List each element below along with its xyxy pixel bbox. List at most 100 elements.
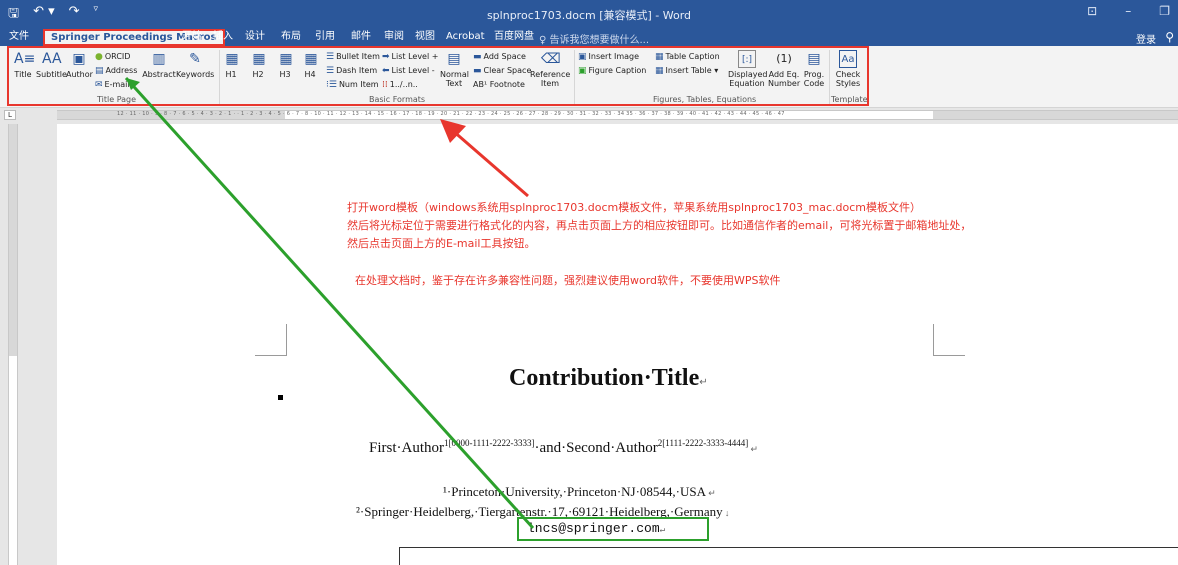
orcid-icon: ● [95,52,103,62]
tab-design[interactable]: 设计 [245,30,265,46]
displayed-equation-button[interactable]: [:] Displayed Equation [728,50,768,88]
image-icon: ▣ [578,52,587,62]
annotation-line-2: 然后将光标定位于需要进行格式化的内容，再点击页面上方的相应按钮即可。比如通信作者… [347,219,972,232]
abstract-frame[interactable] [399,547,1178,565]
paragraph-mark-icon: ↵ [706,488,716,498]
keywords-icon: ✎ [189,51,201,67]
title-style-icon: A≡ [14,51,36,67]
h4-button[interactable]: ▦ H4 [302,50,318,79]
author-button[interactable]: ▣ Author [66,50,93,79]
group-separator [829,50,830,104]
add-space-button[interactable]: ▬ Add Space [473,52,526,62]
word-window: 🖫 ↶ ▾ ↷ ▿ splnproc1703.docm [兼容模式] - Wor… [0,0,1178,565]
group-separator [574,50,575,104]
h1-icon: ▦ [225,51,239,67]
reference-item-button[interactable]: ⌫ Reference Item [530,50,570,88]
horizontal-ruler[interactable]: L 12 · 11 · 10 · 9 · 8 · 7 · 6 · 5 · 4 ·… [0,108,1178,122]
affiliation-1[interactable]: ¹·Princeton·University,·Princeton·NJ·085… [443,484,716,500]
crop-mark-left [255,324,287,356]
list-level-minus-button[interactable]: ⬅ List Level - [382,66,435,76]
reference-eraser-icon: ⌫ [541,51,561,67]
normal-text-icon: ▤ [447,51,461,67]
tab-home[interactable]: 开始 [182,30,202,46]
ruler-ticks: 12 · 11 · 10 · 9 · 8 · 7 · 6 · 5 · 4 · 3… [117,111,785,117]
author-icon: ▣ [72,51,86,67]
title-button[interactable]: A≡ Title [12,50,36,79]
table-caption-button[interactable]: ▦ Table Caption [655,52,720,62]
bullet-list-icon: ☰ [326,52,335,62]
list-level-plus-button[interactable]: ➡ List Level + [382,52,438,62]
check-styles-button[interactable]: Aa Check Styles [833,50,863,88]
restore-icon[interactable]: ❐ [1159,4,1170,18]
insert-table-button[interactable]: ▦ Insert Table ▾ [655,66,718,76]
email-button[interactable]: ✉ E-mail [95,80,130,90]
window-controls: ⊡ – ❐ [1087,4,1170,18]
email-address[interactable]: lncs@springer.com↵ [527,521,665,536]
keywords-button[interactable]: ✎ Keywords [176,50,214,79]
bullet-item-button[interactable]: ☰ Bullet Item [326,52,380,62]
tab-layout[interactable]: 布局 [281,30,301,46]
window-title: splnproc1703.docm [兼容模式] - Word [486,9,692,22]
paragraph-mark-icon: ↵ [699,377,708,388]
annotation-line-4: 在处理文档时，鉴于存在许多兼容性问题，强烈建议使用word软件，不要使用WPS软… [355,274,781,287]
h2-button[interactable]: ▦ H2 [250,50,266,79]
numbered-list-icon: ⁝☰ [326,80,337,90]
table-icon: ▦ [655,66,664,76]
tab-view[interactable]: 视图 [415,30,435,46]
normal-text-button[interactable]: ▤ Normal Text [440,50,469,88]
tab-acrobat[interactable]: Acrobat [446,30,485,46]
subtitle-button[interactable]: AA Subtitle [36,50,67,79]
abstract-button[interactable]: ▥ Abstract [141,50,177,79]
tab-review[interactable]: 审阅 [384,30,404,46]
add-eq-number-button[interactable]: (1) Add Eq. Number [768,50,800,88]
insert-image-button[interactable]: ▣ Insert Image [578,52,639,62]
group-figures: Figures, Tables, Equations [653,95,757,104]
group-separator [219,50,220,104]
arrow-left-icon: ⬅ [382,66,390,76]
email-icon: ✉ [95,80,103,90]
document-page[interactable]: 打开word模板（windows系统用splnproc1703.docm模板文件… [57,124,1178,565]
tab-insert[interactable]: 插入 [213,30,233,46]
ruler-margin-right [933,111,1178,119]
title-bar: 🖫 ↶ ▾ ↷ ▿ splnproc1703.docm [兼容模式] - Wor… [0,0,1178,28]
check-styles-icon: Aa [839,50,857,68]
author-line[interactable]: First·Author1[0000-1111-2222-3333]·and·S… [369,438,758,457]
tab-selector-icon[interactable]: L [4,110,16,120]
ribbon-display-icon[interactable]: ⊡ [1087,4,1097,18]
login-link[interactable]: 登录 [1136,31,1156,46]
subtitle-style-icon: AA [42,51,62,67]
person-icon[interactable]: ⚲ [1165,30,1174,44]
annotation-line-3: 然后点击页面上方的E-mail工具按钮。 [347,237,536,250]
minimize-icon[interactable]: – [1125,4,1131,18]
dash-item-button[interactable]: ☰ Dash Item [326,66,377,76]
clear-space-button[interactable]: ▬ Clear Space [473,66,531,76]
ribbon: A≡ Title AA Subtitle ▣ Author ● ORCID ▤ Ad… [0,46,1178,108]
tab-baidu[interactable]: 百度网盘 [494,30,534,46]
crop-mark-right [933,324,965,356]
address-icon: ▤ [95,66,104,76]
group-title-page: Title Page [97,95,137,104]
tab-file[interactable]: 文件 [9,30,29,46]
h3-button[interactable]: ▦ H3 [277,50,293,79]
group-template: Template [831,95,868,104]
h1-button[interactable]: ▦ H1 [223,50,239,79]
group-basic-formats: Basic Formats [369,95,426,104]
footnote-button[interactable]: AB¹ Footnote [473,80,525,89]
vertical-ruler[interactable] [8,124,18,565]
tab-references[interactable]: 引用 [315,30,335,46]
paragraph-mark-icon: ↵ [659,525,666,535]
arrow-right-icon: ➡ [382,52,390,62]
clear-space-icon: ▬ [473,66,482,76]
tell-me-box[interactable]: ♀ 告诉我您想要做什么... [539,31,649,46]
h3-icon: ▦ [279,51,293,67]
orcid-button[interactable]: ● ORCID [95,52,130,62]
list-number-icon: ⁞⁞ [382,80,388,90]
tab-mailings[interactable]: 邮件 [351,30,371,46]
document-title[interactable]: Contribution·Title↵ [509,365,708,392]
num-item-button[interactable]: ⁝☰ Num Item [326,80,379,90]
dash-list-icon: ☰ [326,66,335,76]
figure-caption-button[interactable]: ▣ Figure Caption [578,66,646,76]
list-number-button[interactable]: ⁞⁞ 1../..n.. [382,80,418,90]
address-button[interactable]: ▤ Address [95,66,137,76]
prog-code-button[interactable]: ▤ Prog. Code [802,50,826,88]
